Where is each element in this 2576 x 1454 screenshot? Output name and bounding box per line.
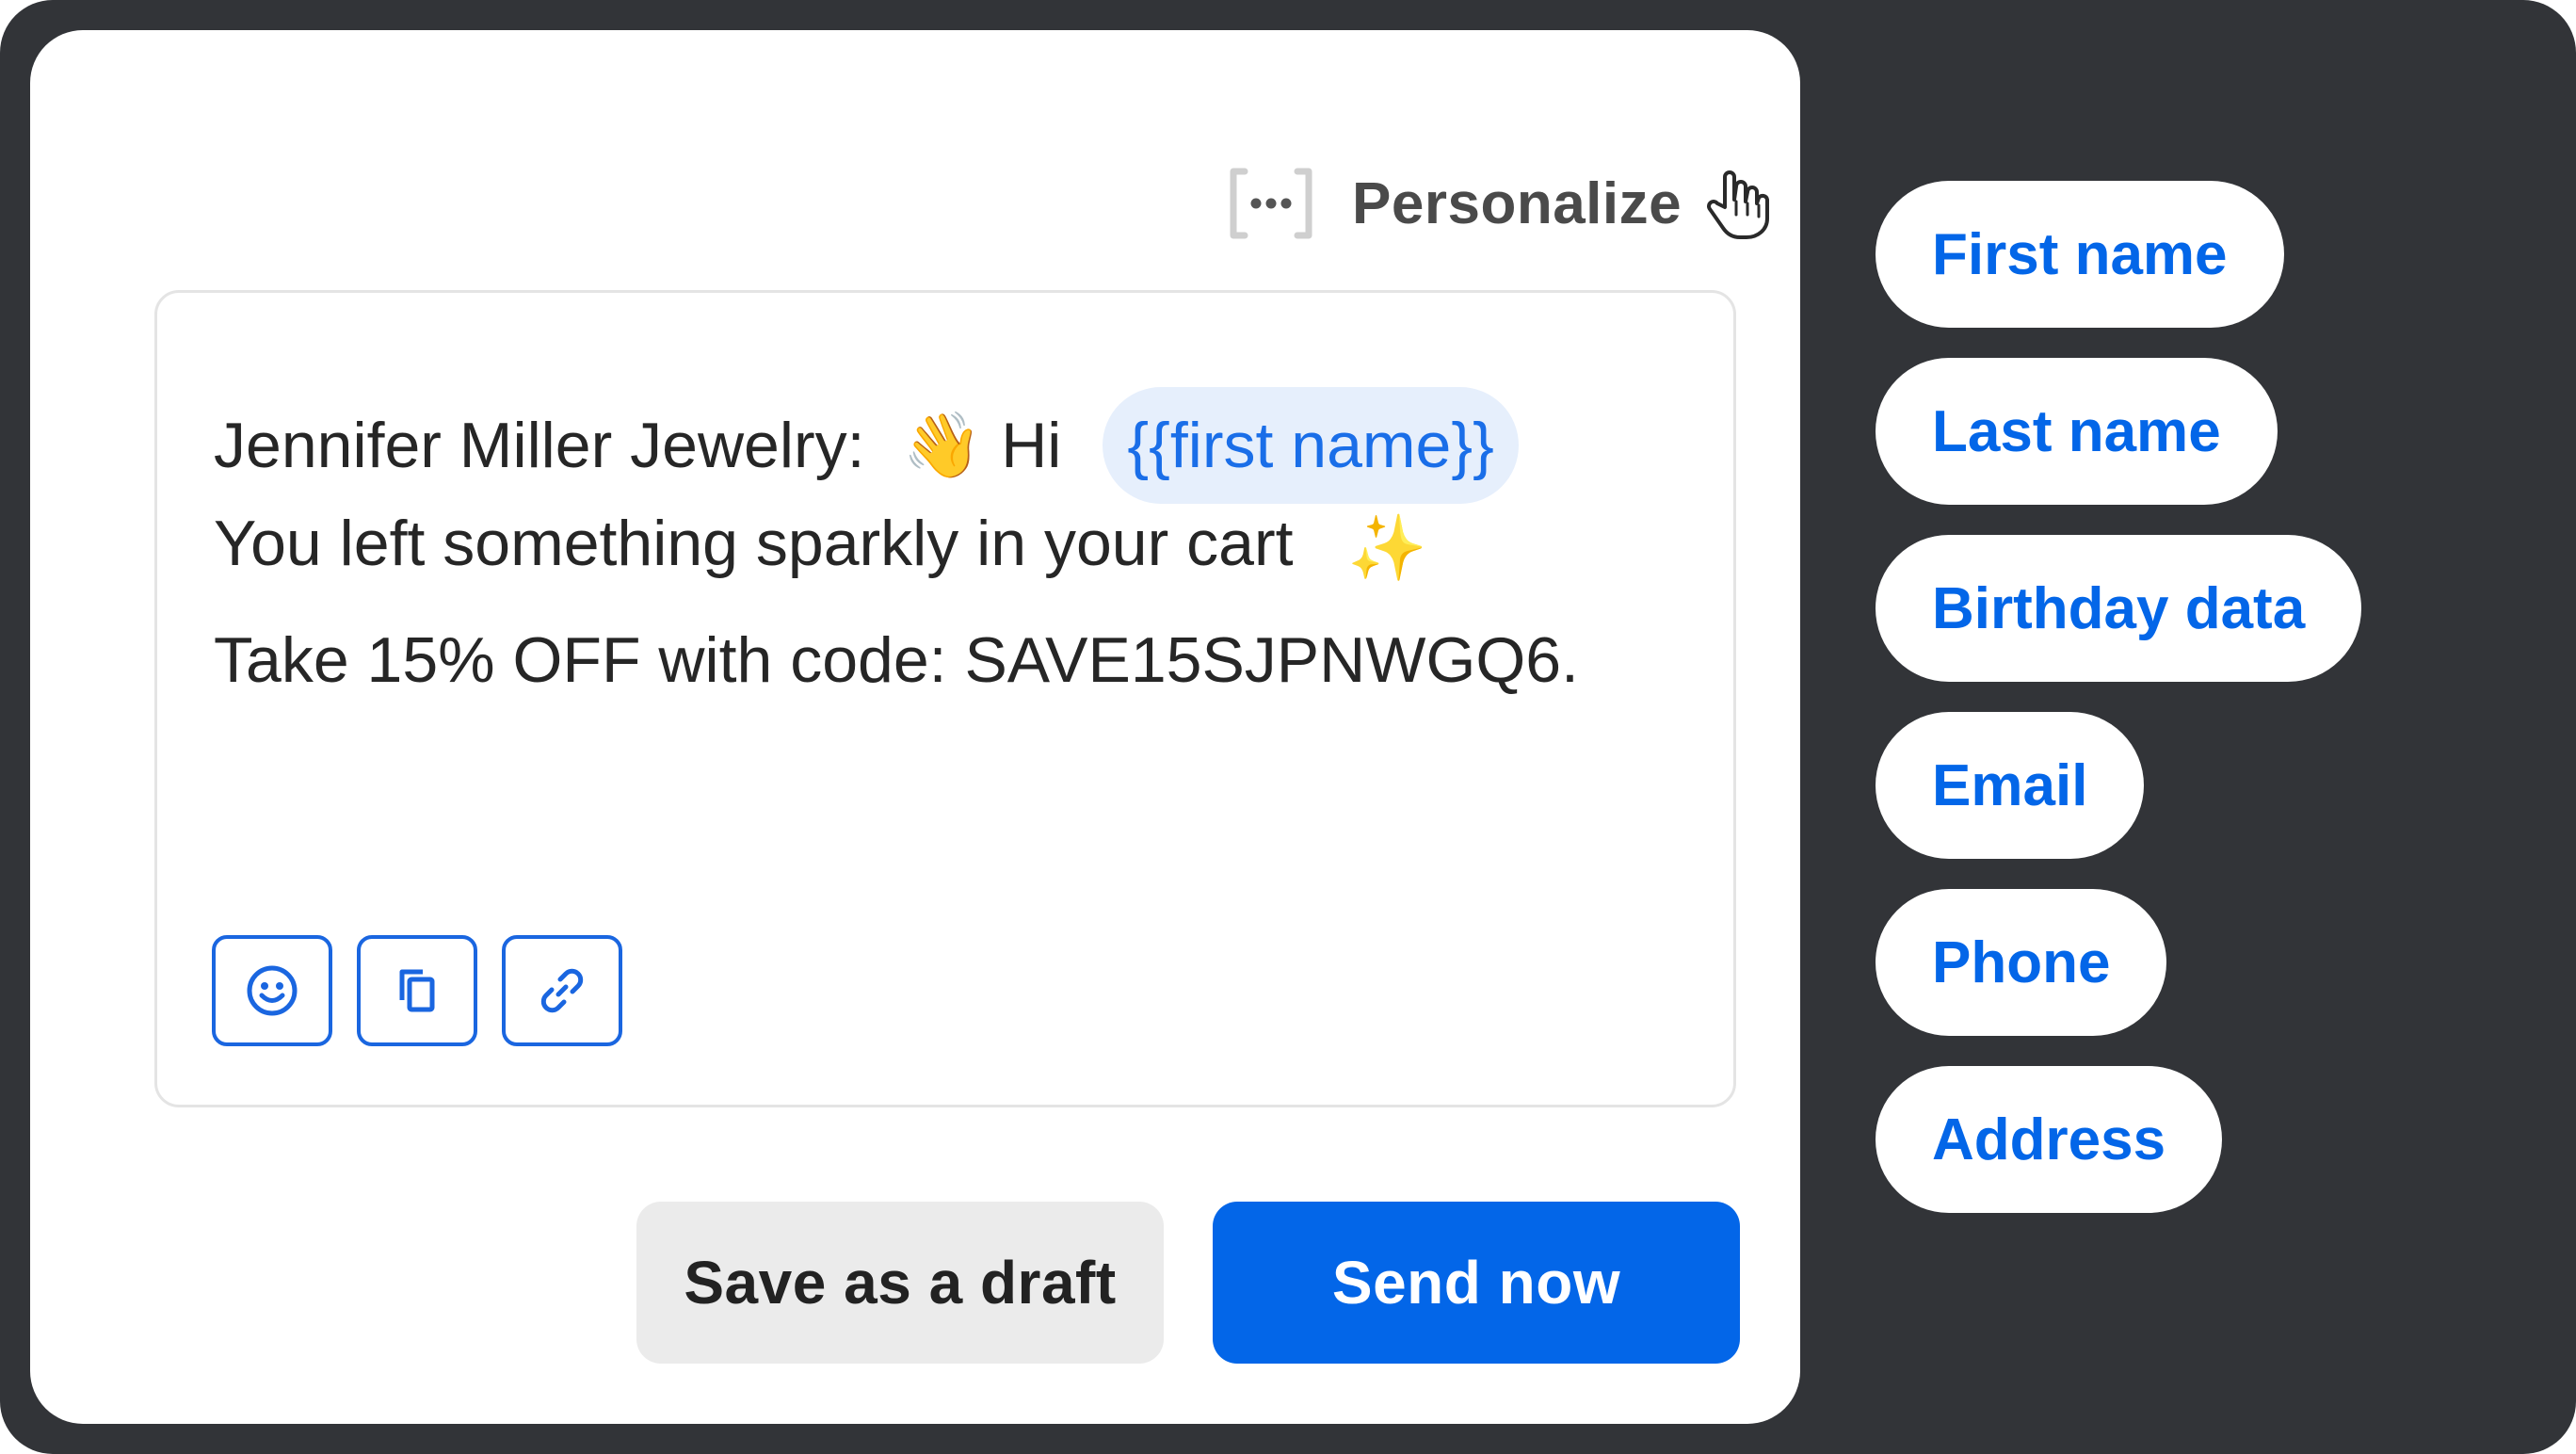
copy-icon — [399, 969, 435, 1012]
cart-text: You left something sparkly in your cart — [214, 508, 1294, 579]
save-draft-button[interactable]: Save as a draft — [636, 1202, 1164, 1364]
send-now-button[interactable]: Send now — [1213, 1202, 1740, 1364]
insert-link-button[interactable] — [502, 935, 622, 1046]
message-line-3: Take 15% OFF with code: SAVE15SJPNWGQ6. — [214, 628, 1579, 692]
field-chip-first-name[interactable]: First name — [1876, 181, 2284, 328]
field-chip-birthday-data[interactable]: Birthday data — [1876, 535, 2362, 682]
insert-emoji-button[interactable] — [212, 935, 332, 1046]
field-chip-address[interactable]: Address — [1876, 1066, 2223, 1213]
field-chip-last-name[interactable]: Last name — [1876, 358, 2278, 505]
link-icon — [540, 968, 584, 1013]
discount-code-text: Take 15% OFF with code: SAVE15SJPNWGQ6. — [214, 624, 1579, 696]
field-chip-phone[interactable]: Phone — [1876, 889, 2167, 1036]
wave-emoji: 👋 — [902, 410, 983, 481]
personalize-label: Personalize — [1352, 170, 1682, 236]
personalize-button[interactable]: Personalize — [1224, 166, 1770, 241]
message-line-2: You left something sparkly in your cart … — [214, 511, 1427, 580]
message-composer-card: Personalize Jennifer Miller Jewelry: 👋 H… — [30, 30, 1800, 1424]
message-line-1: Jennifer Miller Jewelry: 👋 Hi {{first na… — [214, 387, 1519, 504]
emoji-icon — [247, 965, 298, 1016]
sender-name: Jennifer Miller Jewelry: — [214, 410, 865, 481]
sparkles-emoji: ✨ — [1347, 512, 1427, 585]
first-name-token[interactable]: {{first name}} — [1103, 387, 1519, 504]
hand-pointer-icon — [1707, 170, 1770, 239]
bracket-dots-icon — [1230, 168, 1312, 239]
message-editor[interactable]: Jennifer Miller Jewelry: 👋 Hi {{first na… — [154, 290, 1736, 1107]
copy-button[interactable] — [357, 935, 477, 1046]
greeting-text: Hi — [1001, 410, 1062, 481]
field-chip-email[interactable]: Email — [1876, 712, 2145, 859]
